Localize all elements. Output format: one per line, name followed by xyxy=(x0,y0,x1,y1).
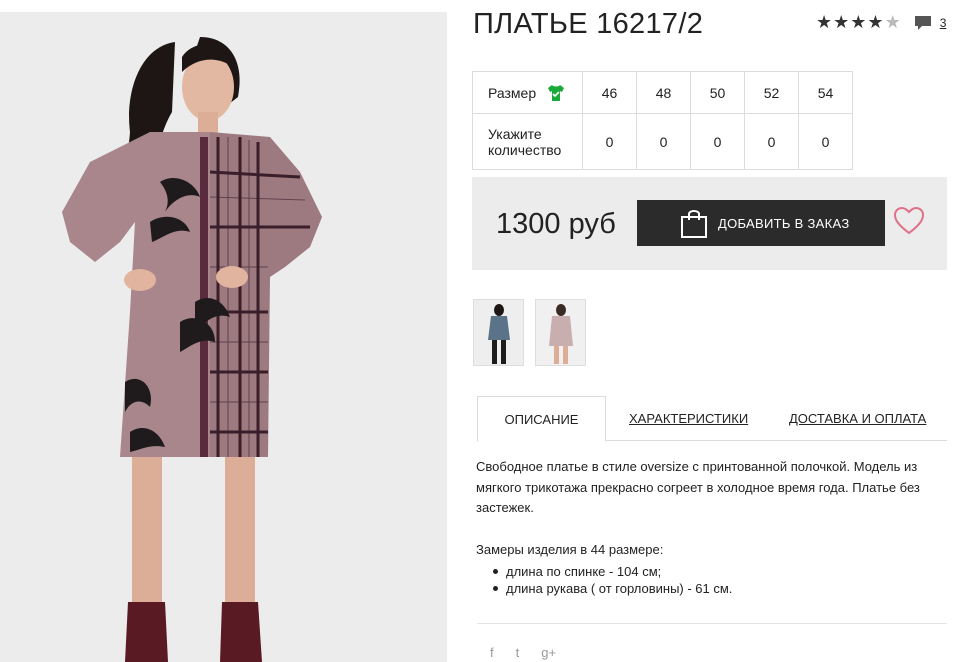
size-label: Размер xyxy=(488,84,537,101)
product-title: ПЛАТЬЕ 16217/2 xyxy=(473,8,704,40)
product-rating[interactable]: ★ ★ ★ ★ ★ 3 xyxy=(816,14,946,32)
measurement-item: длина по спинке - 104 см; xyxy=(493,563,732,580)
share-bar: f t g+ xyxy=(490,645,556,660)
rating-stars[interactable]: ★ ★ ★ ★ ★ xyxy=(816,14,902,32)
quantity-input[interactable]: 0 xyxy=(798,113,853,170)
shopping-bag-icon xyxy=(681,210,707,238)
product-thumbnail[interactable] xyxy=(473,299,524,366)
comment-icon[interactable] xyxy=(914,15,932,31)
tab-characteristics[interactable]: ХАРАКТЕРИСТИКИ xyxy=(629,396,748,441)
measurements-list: длина по спинке - 104 см; длина рукава (… xyxy=(493,563,732,597)
tab-description[interactable]: ОПИСАНИЕ xyxy=(477,396,606,442)
twitter-icon[interactable]: t xyxy=(516,645,520,660)
quantity-input[interactable]: 0 xyxy=(744,113,799,170)
star-icon[interactable]: ★ xyxy=(816,14,832,32)
size-table: Размер 46 48 50 52 54 Укажите количество… xyxy=(472,71,853,170)
star-icon[interactable]: ★ xyxy=(850,14,866,32)
size-row: Размер 46 48 50 52 54 xyxy=(472,71,853,114)
quantity-row: Укажите количество 0 0 0 0 0 xyxy=(472,113,853,170)
tab-delivery-label: ДОСТАВКА И ОПЛАТА xyxy=(789,411,927,426)
quantity-input[interactable]: 0 xyxy=(636,113,691,170)
measurements-title: Замеры изделия в 44 размере: xyxy=(476,542,664,557)
quantity-input[interactable]: 0 xyxy=(690,113,745,170)
tab-delivery-payment[interactable]: ДОСТАВКА И ОПЛАТА xyxy=(789,396,926,441)
product-price: 1300 руб xyxy=(496,208,616,240)
star-icon[interactable]: ★ xyxy=(867,14,883,32)
size-chart-shirt-icon[interactable] xyxy=(547,84,565,102)
size-label-cell: Размер xyxy=(472,71,583,114)
star-half-icon[interactable]: ★ xyxy=(885,14,901,32)
star-icon[interactable]: ★ xyxy=(833,14,849,32)
heart-icon[interactable] xyxy=(894,207,924,235)
quantity-label: Укажите количество xyxy=(488,125,562,158)
size-option[interactable]: 46 xyxy=(582,71,637,114)
size-option[interactable]: 48 xyxy=(636,71,691,114)
comments-count-link[interactable]: 3 xyxy=(940,16,947,30)
product-description: Свободное платье в стиле oversize с прин… xyxy=(476,459,920,515)
divider xyxy=(477,623,947,624)
facebook-icon[interactable]: f xyxy=(490,645,494,660)
product-main-image[interactable] xyxy=(0,12,447,662)
product-thumbnail[interactable] xyxy=(535,299,586,366)
order-panel: 1300 руб ДОБАВИТЬ В ЗАКАЗ xyxy=(472,177,947,270)
measurement-item: длина рукава ( от горловины) - 61 см. xyxy=(493,580,732,597)
quantity-label-cell: Укажите количество xyxy=(472,113,583,170)
product-tabs: ОПИСАНИЕ ХАРАКТЕРИСТИКИ ДОСТАВКА И ОПЛАТ… xyxy=(477,396,947,442)
tab-description-label: ОПИСАНИЕ xyxy=(504,411,579,427)
quantity-input[interactable]: 0 xyxy=(582,113,637,170)
tab-characteristics-label: ХАРАКТЕРИСТИКИ xyxy=(629,411,749,426)
add-to-order-label: ДОБАВИТЬ В ЗАКАЗ xyxy=(718,215,850,231)
size-option[interactable]: 54 xyxy=(798,71,853,114)
add-to-order-button[interactable]: ДОБАВИТЬ В ЗАКАЗ xyxy=(637,200,885,246)
size-option[interactable]: 50 xyxy=(690,71,745,114)
google-plus-icon[interactable]: g+ xyxy=(541,645,556,660)
size-option[interactable]: 52 xyxy=(744,71,799,114)
